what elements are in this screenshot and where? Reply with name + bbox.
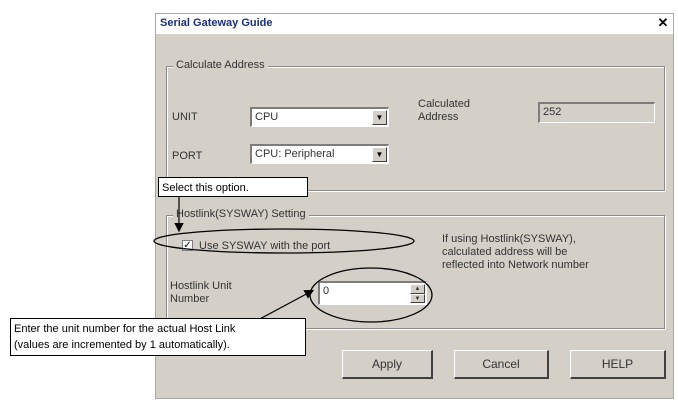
port-dropdown[interactable]: CPU: Peripheral ▼ [250,144,389,164]
unit-number-callout: Enter the unit number for the actual Hos… [10,318,306,356]
calculate-address-group: Calculate Address [166,59,665,191]
use-sysway-checkbox[interactable]: ✓ [182,240,193,251]
calculated-address-field: 252 [538,102,655,123]
title-bar: Serial Gateway Guide ✕ [156,14,673,34]
calculated-address-label-line1: Calculated [418,98,470,110]
close-icon[interactable]: ✕ [656,16,670,30]
unit-label: UNIT [172,111,198,123]
hostlink-unit-number-spinner[interactable]: 0 ▲ ▼ [318,281,427,305]
select-option-callout-text: Select this option. [162,182,249,194]
spin-up-icon[interactable]: ▲ [410,284,425,294]
cancel-button[interactable]: Cancel [454,350,549,379]
select-option-callout: Select this option. [158,177,308,197]
hostlink-note-line3: reflected into Network number [442,259,589,271]
hostlink-unit-number-label-line2: Number [170,293,210,305]
hostlink-note-line2: calculated address will be [442,246,568,258]
spin-down-icon[interactable]: ▼ [410,293,425,303]
hostlink-legend: Hostlink(SYSWAY) Setting [173,208,309,220]
hostlink-group: Hostlink(SYSWAY) Setting [166,208,665,329]
unit-number-callout-line1: Enter the unit number for the actual Hos… [14,323,236,335]
unit-dropdown[interactable]: CPU ▼ [250,107,389,127]
check-icon: ✓ [183,240,192,251]
unit-dropdown-value: CPU [255,111,279,123]
port-dropdown-value: CPU: Peripheral [255,148,335,160]
calculate-address-legend: Calculate Address [173,59,268,71]
hostlink-unit-number-value[interactable]: 0 [323,285,329,297]
use-sysway-label[interactable]: Use SYSWAY with the port [199,240,330,252]
dialog-title: Serial Gateway Guide [160,17,273,29]
hostlink-note-line1: If using Hostlink(SYSWAY), [442,233,576,245]
unit-number-callout-line2: (values are incremented by 1 automatical… [14,339,230,351]
port-label: PORT [172,150,203,162]
calculated-address-value: 252 [543,106,562,118]
calculated-address-label-line2: Address [418,111,459,123]
hostlink-unit-number-label-line1: Hostlink Unit [170,280,232,292]
chevron-down-icon[interactable]: ▼ [372,110,387,125]
apply-button[interactable]: Apply [342,350,433,379]
chevron-down-icon[interactable]: ▼ [372,147,387,162]
help-button[interactable]: HELP [570,350,666,379]
spinner-buttons: ▲ ▼ [410,284,425,303]
